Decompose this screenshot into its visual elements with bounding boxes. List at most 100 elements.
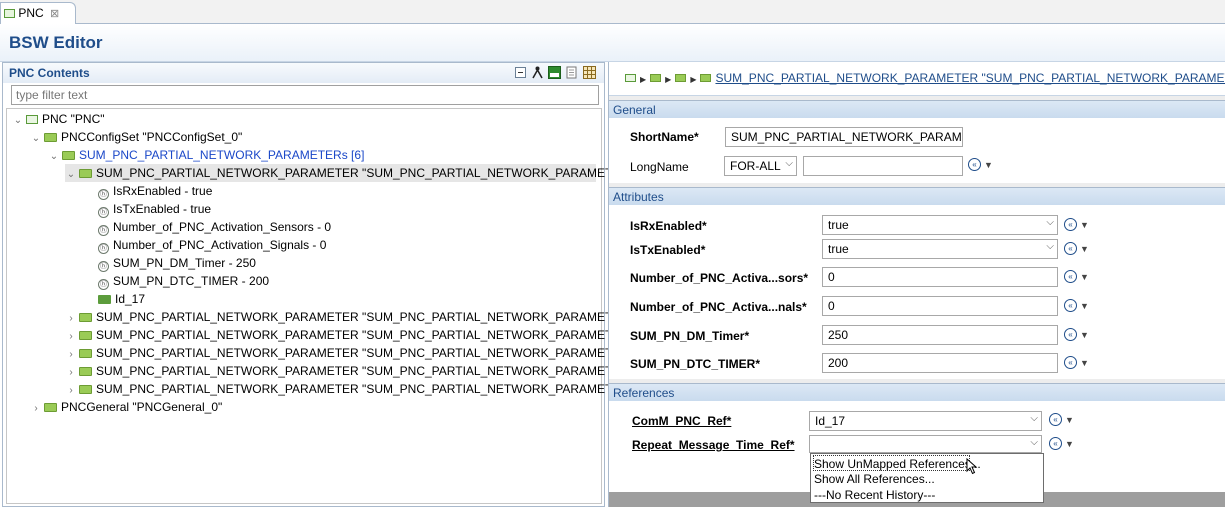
- tree-item-parameters-list[interactable]: ⌄ SUM_PNC_PARTIAL_NETWORK_PARAMETERs [6]: [48, 146, 365, 166]
- section-references-header[interactable]: References: [609, 383, 1225, 401]
- activation-sensors-field[interactable]: 0: [822, 267, 1058, 287]
- folder-icon: [79, 331, 92, 340]
- filter-yes-icon[interactable]: [548, 66, 561, 79]
- folder-icon[interactable]: [700, 74, 712, 82]
- comm-pnc-ref-select[interactable]: Id_17 ⌵: [809, 411, 1042, 431]
- reset-circle-icon[interactable]: «: [1064, 218, 1077, 231]
- table-view-icon[interactable]: [583, 66, 596, 79]
- section-general-header[interactable]: General: [609, 100, 1225, 118]
- folder-icon: [79, 169, 92, 178]
- document-icon[interactable]: [565, 66, 578, 79]
- tree-item-parameter-59[interactable]: › SUM_PNC_PARTIAL_NETWORK_PARAMETER "SUM_…: [65, 380, 653, 398]
- tree-item-id-17[interactable]: Id_17: [96, 290, 145, 308]
- reset-circle-icon[interactable]: «: [1064, 299, 1077, 312]
- tree-item-parameter-23[interactable]: › SUM_PNC_PARTIAL_NETWORK_PARAMETER "SUM_…: [65, 344, 653, 362]
- tree-item-dm-timer[interactable]: ⓗ SUM_PN_DM_Timer - 250: [96, 254, 256, 272]
- reset-circle-icon[interactable]: «: [968, 158, 981, 171]
- shortname-field[interactable]: SUM_PNC_PARTIAL_NETWORK_PARAMETER: [725, 127, 963, 147]
- chevron-down-icon[interactable]: ⌄: [48, 148, 60, 166]
- tree-item-dtc-timer[interactable]: ⓗ SUM_PN_DTC_TIMER - 200: [96, 272, 269, 290]
- field-actions[interactable]: «▼: [1064, 299, 1089, 312]
- reset-circle-icon[interactable]: «: [1049, 437, 1062, 450]
- chevron-down-icon: ⌵: [1030, 413, 1038, 424]
- arrow-right-icon[interactable]: ▶: [640, 75, 646, 84]
- folder-icon[interactable]: [675, 74, 687, 82]
- longname-field[interactable]: [803, 156, 963, 176]
- folder-icon: [44, 403, 57, 412]
- chevron-down-icon[interactable]: ⌄: [65, 166, 77, 184]
- tree-item-pncconfigset[interactable]: ⌄ PNCConfigSet "PNCConfigSet_0": [30, 128, 242, 146]
- field-actions[interactable]: «▼: [1064, 356, 1089, 369]
- tree-filter-input[interactable]: type filter text: [11, 85, 599, 105]
- reset-circle-icon[interactable]: «: [1049, 413, 1062, 426]
- tree-item-parameter-17[interactable]: ⌄ SUM_PNC_PARTIAL_NETWORK_PARAMETER "SUM_…: [65, 164, 653, 184]
- dtc-timer-field[interactable]: 200: [822, 353, 1058, 373]
- tree-item-isrxenabled[interactable]: ⓗ IsRxEnabled - true: [96, 182, 212, 200]
- editor-tab-bar: PNC ⊠: [0, 0, 1225, 24]
- pnc-contents-panel: PNC Contents type filter text ⌄ PNC "PNC"…: [2, 62, 653, 507]
- activation-signals-field[interactable]: 0: [822, 296, 1058, 316]
- istxenabled-select[interactable]: true ⌵: [822, 239, 1058, 259]
- field-actions[interactable]: «▼: [968, 158, 993, 171]
- reset-circle-icon[interactable]: «: [1064, 242, 1077, 255]
- tree-item-istxenabled[interactable]: ⓗ IsTxEnabled - true: [96, 200, 211, 218]
- isrxenabled-select[interactable]: true ⌵: [822, 215, 1058, 235]
- dm-timer-field[interactable]: 250: [822, 325, 1058, 345]
- reset-circle-icon[interactable]: «: [1064, 270, 1077, 283]
- reset-circle-icon[interactable]: «: [1064, 328, 1077, 341]
- reference-dropdown-menu: Show UnMapped References... Show All Ref…: [810, 453, 1044, 503]
- arrow-right-icon[interactable]: ▶: [690, 75, 696, 84]
- chevron-right-icon[interactable]: ›: [30, 400, 42, 418]
- dropdown-arrow-icon[interactable]: ▼: [1080, 301, 1089, 311]
- tree-item-activation-signals[interactable]: ⓗ Number_of_PNC_Activation_Signals - 0: [96, 236, 326, 254]
- pnc-contents-header: PNC Contents: [3, 63, 604, 83]
- folder-icon: [79, 385, 92, 394]
- tree-item-activation-sensors[interactable]: ⓗ Number_of_PNC_Activation_Sensors - 0: [96, 218, 331, 236]
- pnc-icon[interactable]: [625, 74, 636, 82]
- reset-circle-icon[interactable]: «: [1064, 356, 1077, 369]
- field-actions[interactable]: «▼: [1049, 413, 1074, 426]
- tab-pnc[interactable]: PNC ⊠: [0, 2, 76, 24]
- parameter-icon: ⓗ: [98, 261, 109, 272]
- pnc-tree: ⌄ PNC "PNC" ⌄ PNCConfigSet "PNCConfigSet_0…: [6, 108, 653, 504]
- field-actions[interactable]: «▼: [1064, 270, 1089, 283]
- chevron-down-icon[interactable]: ⌄: [30, 130, 42, 148]
- repeat-message-time-ref-label[interactable]: Repeat_Message_Time_Ref*: [632, 438, 795, 452]
- close-icon[interactable]: ⊠: [50, 8, 59, 20]
- arrow-right-icon[interactable]: ▶: [665, 75, 671, 84]
- menu-item-show-all[interactable]: Show All References...: [813, 471, 935, 487]
- dropdown-arrow-icon[interactable]: ▼: [1080, 330, 1089, 340]
- dropdown-arrow-icon[interactable]: ▼: [1080, 272, 1089, 282]
- attr-label: Number_of_PNC_Activa...nals*: [630, 300, 807, 314]
- dropdown-arrow-icon[interactable]: ▼: [1065, 415, 1074, 425]
- tree-item-pncgeneral[interactable]: › PNCGeneral "PNCGeneral_0": [30, 398, 222, 416]
- tree-item-pnc[interactable]: ⌄ PNC "PNC": [12, 110, 105, 128]
- hierarchy-icon[interactable]: [531, 66, 544, 79]
- tree-item-parameter-21[interactable]: › SUM_PNC_PARTIAL_NETWORK_PARAMETER "SUM_…: [65, 326, 653, 344]
- folder-icon[interactable]: [650, 74, 662, 82]
- field-actions[interactable]: «▼: [1064, 328, 1089, 341]
- section-general: ShortName* SUM_PNC_PARTIAL_NETWORK_PARAM…: [609, 118, 1225, 183]
- field-actions[interactable]: «▼: [1049, 437, 1074, 450]
- folder-icon: [44, 133, 57, 142]
- dropdown-arrow-icon[interactable]: ▼: [1080, 358, 1089, 368]
- dropdown-arrow-icon[interactable]: ▼: [1065, 439, 1074, 449]
- tree-item-parameter-30[interactable]: › SUM_PNC_PARTIAL_NETWORK_PARAMETER "SUM_…: [65, 362, 653, 380]
- breadcrumb-current-link[interactable]: SUM_PNC_PARTIAL_NETWORK_PARAMETER "SUM_P…: [715, 71, 1225, 85]
- comm-pnc-ref-label[interactable]: ComM_PNC_Ref*: [632, 414, 731, 428]
- collapse-all-icon[interactable]: [514, 66, 527, 79]
- dropdown-arrow-icon[interactable]: ▼: [1080, 220, 1089, 230]
- section-attributes: IsRxEnabled* true ⌵ «▼ IsTxEnabled* true ⌵…: [609, 205, 1225, 379]
- mouse-cursor-icon: [966, 458, 978, 475]
- menu-item-show-unmapped[interactable]: Show UnMapped References...: [813, 455, 981, 471]
- parameter-icon: ⓗ: [98, 207, 109, 218]
- repeat-message-time-ref-select[interactable]: ⌵: [809, 435, 1042, 453]
- longname-language-select[interactable]: FOR-ALL ⌵: [724, 156, 797, 176]
- tree-item-parameter-18[interactable]: › SUM_PNC_PARTIAL_NETWORK_PARAMETER "SUM_…: [65, 308, 653, 326]
- section-attributes-header[interactable]: Attributes: [609, 187, 1225, 205]
- dropdown-arrow-icon[interactable]: ▼: [984, 160, 993, 170]
- field-actions[interactable]: «▼: [1064, 218, 1089, 231]
- chevron-down-icon[interactable]: ⌄: [12, 112, 24, 130]
- dropdown-arrow-icon[interactable]: ▼: [1080, 244, 1089, 254]
- field-actions[interactable]: «▼: [1064, 242, 1089, 255]
